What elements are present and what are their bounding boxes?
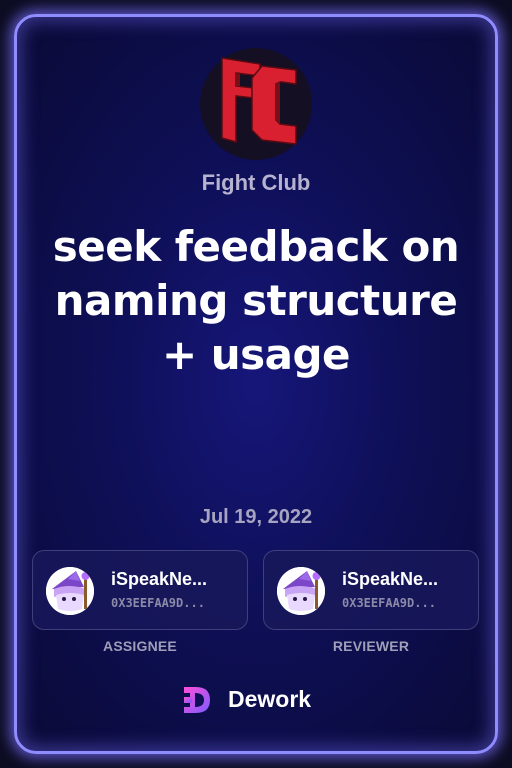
assignee-address: 0X3EEFAA9D... [111, 596, 205, 610]
organization-name: Fight Club [201, 170, 311, 195]
reviewer-card[interactable]: iSpeakNe... 0X3EEFAA9D... [263, 550, 479, 630]
assignee-name: iSpeakNe... [111, 569, 208, 589]
assignee-card[interactable]: iSpeakNe... 0X3EEFAA9D... [32, 550, 248, 630]
dework-brand-name: Dework [228, 686, 312, 712]
reviewer-role-label: REVIEWER [332, 638, 410, 654]
task-date: Jul 19, 2022 [199, 506, 313, 528]
dework-logo-icon [180, 683, 214, 717]
reviewer-name: iSpeakNe... [342, 569, 439, 589]
dework-brand[interactable]: Dework [180, 683, 340, 717]
wizard-avatar-icon [277, 567, 325, 615]
task-title: seek feedback on naming structure + usag… [52, 222, 460, 379]
reviewer-address: 0X3EEFAA9D... [342, 596, 436, 610]
fight-club-logo-icon [200, 48, 312, 160]
page-background: Fight Club seek feedback on naming struc… [0, 0, 512, 768]
assignee-role-label: ASSIGNEE [103, 638, 177, 654]
wizard-avatar-icon [46, 567, 94, 615]
